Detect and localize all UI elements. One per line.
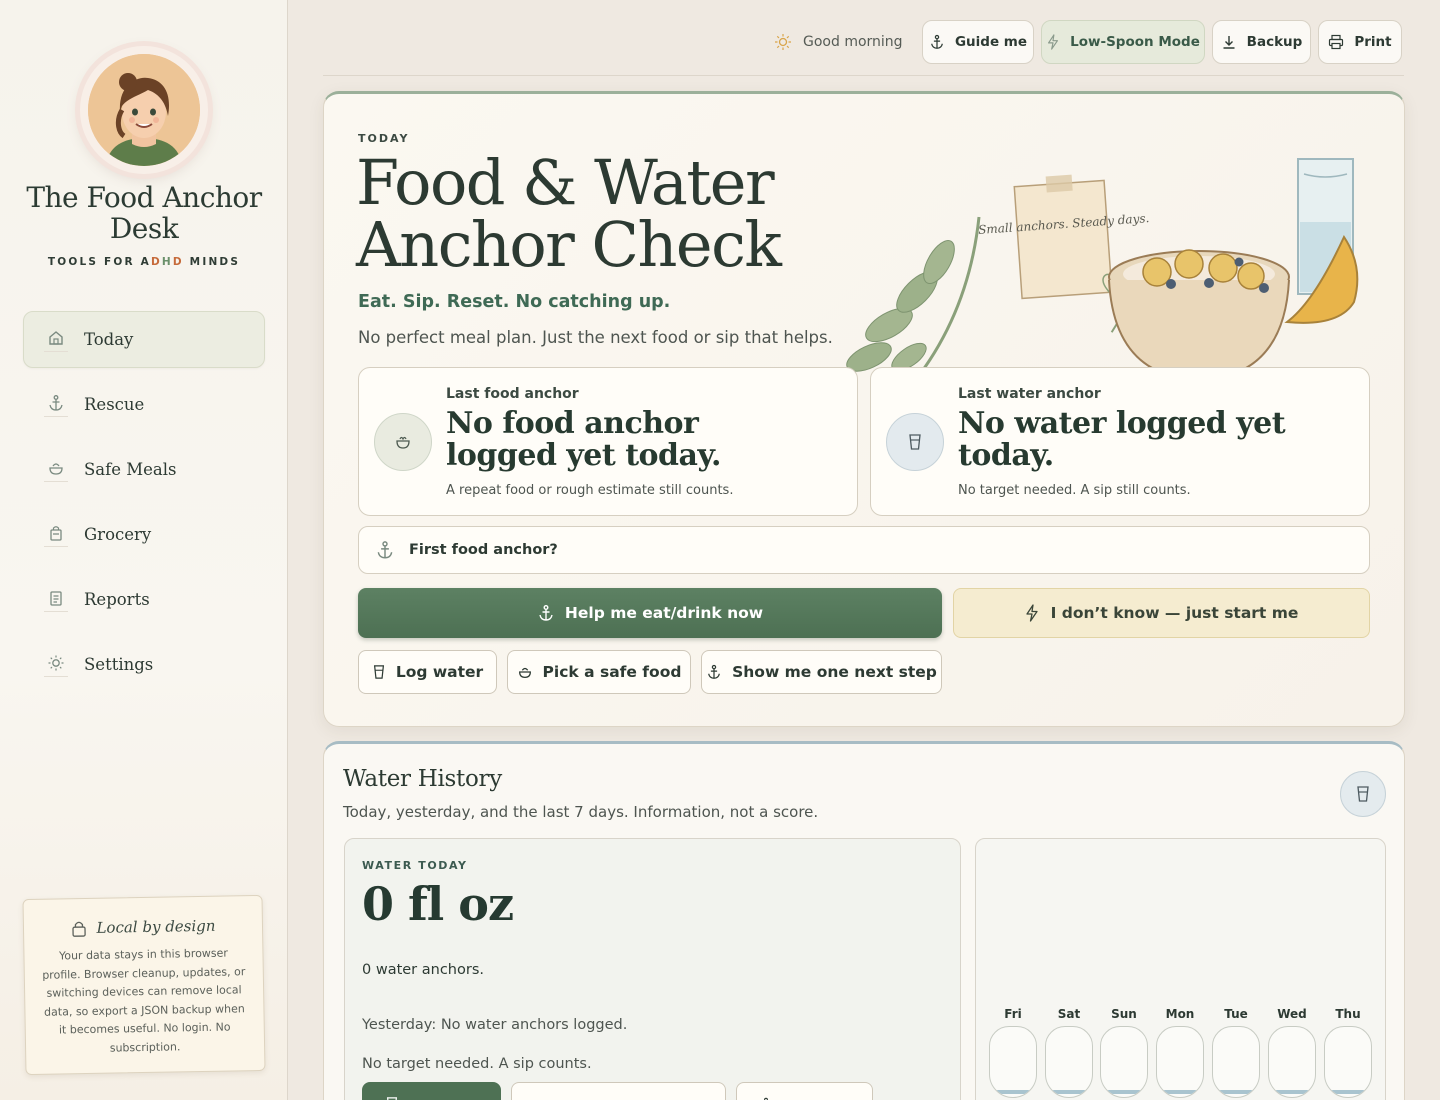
day-column: Mon	[1156, 1007, 1204, 1098]
local-body: Your data stays in this browser profile.…	[42, 946, 246, 1055]
lightning-icon	[1025, 604, 1039, 622]
sidebar-item-label: Reports	[84, 590, 150, 609]
water-secondary-button[interactable]	[736, 1082, 873, 1100]
water-today-panel: WATER TODAY 0 fl oz 0 water anchors. Yes…	[344, 838, 961, 1100]
bowl-icon	[534, 1096, 548, 1100]
first-food-anchor-prompt[interactable]: First food anchor?	[358, 526, 1370, 574]
day-cup	[1268, 1026, 1316, 1098]
water-card-status: No water logged yet today.	[958, 406, 1286, 473]
water-cup-icon	[1340, 771, 1386, 817]
sidebar-item-label: Grocery	[84, 525, 152, 544]
sidebar-item-today[interactable]: Today	[23, 311, 265, 368]
report-icon	[44, 588, 68, 612]
tagline: Eat. Sip. Reset. No catching up.	[358, 292, 671, 312]
sidebar-item-grocery[interactable]: Grocery	[23, 506, 265, 563]
water-today-amount: 0 fl oz	[362, 877, 514, 931]
show-next-step-button[interactable]: Show me one next step	[701, 650, 942, 694]
day-column: Thu	[1324, 1007, 1372, 1098]
water-anchor-count: 0 water anchors.	[362, 962, 484, 978]
sidebar-item-settings[interactable]: Settings	[23, 636, 265, 693]
sidebar-item-reports[interactable]: Reports	[23, 571, 265, 628]
log-water-button[interactable]: Log water	[358, 650, 497, 694]
day-cup	[989, 1026, 1037, 1098]
food-card-hint: A repeat food or rough estimate still co…	[446, 483, 734, 498]
brand-title: The Food Anchor Desk	[26, 181, 262, 245]
lede: No perfect meal plan. Just the next food…	[358, 328, 833, 347]
leaf-branch-illustration	[846, 216, 981, 383]
day-cup	[1045, 1026, 1093, 1098]
last-water-anchor-card: Last water anchor No water logged yet to…	[870, 367, 1370, 516]
backup-button[interactable]: Backup	[1212, 20, 1311, 64]
food-bowl-icon	[374, 413, 432, 471]
water-history-title: Water History	[343, 766, 502, 792]
anchor-icon	[537, 604, 555, 622]
anchor-icon	[929, 34, 945, 50]
seven-day-water-panel: Fri Sat Sun Mon Tue Wed Thu	[975, 838, 1386, 1100]
top-bar: Good morning Guide me Low-Spoon Mode Bac…	[323, 0, 1404, 76]
water-card-label: Last water anchor	[958, 386, 1101, 402]
water-today-eyebrow: WATER TODAY	[362, 859, 468, 872]
water-cup-icon	[372, 663, 386, 681]
lock-icon	[70, 919, 86, 937]
water-history-card: Water History Today, yesterday, and the …	[323, 741, 1405, 1100]
avatar	[80, 46, 208, 174]
anchor-check-card: TODAY Food & Water Anchor Check Eat. Sip…	[323, 91, 1405, 727]
water-history-subtitle: Today, yesterday, and the last 7 days. I…	[343, 803, 819, 821]
water-cup-icon	[886, 413, 944, 471]
anchor-icon	[375, 540, 395, 560]
water-card-hint: No target needed. A sip still counts.	[958, 483, 1191, 498]
anchor-icon	[44, 393, 68, 417]
bowl-icon	[44, 458, 68, 482]
avatar-illustration	[88, 54, 200, 166]
bowl-icon	[517, 664, 533, 680]
sidebar-item-label: Today	[84, 330, 134, 349]
anchor-icon	[759, 1096, 773, 1100]
brand-subtitle: TOOLS FOR ADHD MINDS	[47, 256, 241, 268]
food-card-status: No food anchor logged yet today.	[446, 406, 721, 473]
water-yesterday: Yesterday: No water anchors logged.	[362, 1017, 628, 1033]
lightning-icon	[1046, 34, 1060, 50]
local-by-design-note: Local by design Your data stays in this …	[22, 894, 266, 1076]
water-target-note: No target needed. A sip counts.	[362, 1056, 592, 1072]
water-cup-icon	[385, 1096, 399, 1100]
day-column: Tue	[1212, 1007, 1260, 1098]
sidebar-item-rescue[interactable]: Rescue	[23, 376, 265, 433]
sun-gear-icon	[44, 653, 68, 677]
last-food-anchor-card: Last food anchor No food anchor logged y…	[358, 367, 858, 516]
grocery-bag-icon	[44, 523, 68, 547]
guide-me-button[interactable]: Guide me	[922, 20, 1034, 64]
day-cup	[1100, 1026, 1148, 1098]
home-icon	[44, 328, 68, 352]
greeting: Good morning	[773, 32, 903, 52]
just-start-me-button[interactable]: I don’t know — just start me	[953, 588, 1370, 638]
day-column: Fri	[989, 1007, 1037, 1098]
day-cup	[1324, 1026, 1372, 1098]
day-column: Sun	[1100, 1007, 1148, 1098]
food-card-label: Last food anchor	[446, 386, 579, 402]
day-column: Wed	[1268, 1007, 1316, 1098]
pick-safe-food-button[interactable]: Pick a safe food	[507, 650, 691, 694]
local-title: Local by design	[38, 916, 248, 938]
help-me-eat-drink-button[interactable]: Help me eat/drink now	[358, 588, 942, 638]
page-title: Food & Water Anchor Check	[356, 146, 782, 281]
sidebar-item-label: Safe Meals	[84, 460, 177, 479]
day-cup	[1212, 1026, 1260, 1098]
sun-icon	[773, 32, 793, 52]
anchor-icon	[706, 664, 722, 680]
day-cup	[1156, 1026, 1204, 1098]
day-column: Sat	[1045, 1007, 1093, 1098]
low-spoon-mode-button[interactable]: Low-Spoon Mode	[1041, 20, 1205, 64]
print-button[interactable]: Print	[1318, 20, 1402, 64]
download-icon	[1221, 34, 1237, 50]
sidebar-item-label: Settings	[84, 655, 154, 674]
water-primary-button[interactable]	[362, 1082, 501, 1100]
hero-illustration: Small anchors. Steady days.	[839, 142, 1369, 402]
printer-icon	[1328, 34, 1344, 50]
eyebrow: TODAY	[358, 132, 410, 145]
sidebar: The Food Anchor Desk TOOLS FOR ADHD MIND…	[0, 0, 288, 1100]
sidebar-item-safe-meals[interactable]: Safe Meals	[23, 441, 265, 498]
water-history-button[interactable]	[511, 1082, 726, 1100]
sidebar-nav: Today Rescue Safe Meals Grocery Reports …	[23, 311, 265, 701]
sidebar-item-label: Rescue	[84, 395, 145, 414]
